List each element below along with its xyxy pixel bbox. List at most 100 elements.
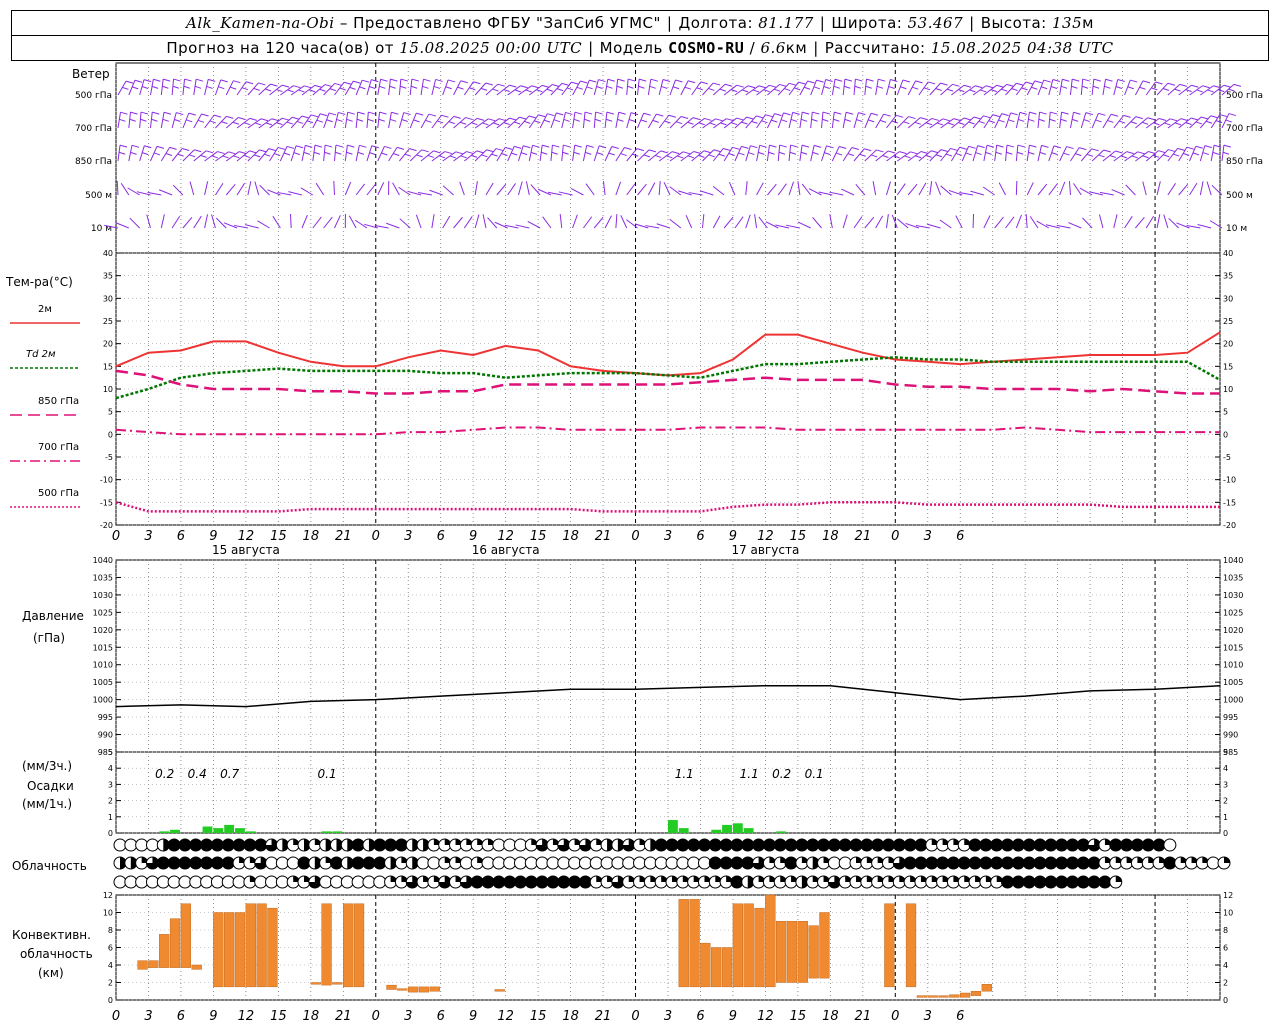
cloud-symbol [178,838,192,852]
wind-barb-feather [221,121,228,125]
wind-barb-feather [371,145,379,149]
wind-barb-feather [259,149,267,153]
conv-bar [494,989,505,992]
cloud-symbol [384,838,398,852]
wind-barb [146,214,151,229]
cloud-symbol [708,856,722,870]
wind-barb-feather [353,80,361,84]
wind-barb [1156,181,1161,196]
wind-barb-feather [822,111,831,115]
wind-barb-feather [801,144,810,148]
conv-bar [689,899,700,988]
x-tick-label: 12 [497,529,514,544]
cloud-symbol [827,856,841,870]
wind-barb-feather [761,120,768,124]
wind-barb-feather [488,118,496,122]
wind-barb-feather [336,118,343,122]
conv-bar [191,964,202,970]
wind-barb-feather [1131,155,1138,159]
wind-barb-feather [890,78,898,82]
precip-tick-label: 5 [1223,748,1228,757]
wind-barb-feather [220,79,228,83]
meteogram: 500 гПа 500 гПа 700 гПа 700 гПа 850 гПа 850 г… [10,62,1263,1024]
wind-barb-feather [1223,84,1232,88]
wind-barb-feather [868,119,875,123]
wind-barb-feather [497,83,505,87]
wind-barb-feather [834,111,842,115]
wind-barb-feather [162,118,169,122]
wind-barb-feather [295,145,304,149]
wind-barb-feather [1167,82,1176,86]
wind-barb-feather [996,144,1004,148]
wind-barb-feather [1195,145,1203,149]
wind-barb-feather [1130,121,1137,125]
wind-barb-feather [1185,89,1192,93]
wind-barb-feather [390,78,398,82]
wind-barb-feather [455,151,463,155]
pressure-tick-label: 995 [98,713,113,722]
wind-barb-feather [422,85,429,89]
wind-barb-feather [664,120,671,124]
wind-barb-feather [384,145,392,149]
wind-barb-feather [271,118,279,122]
wind-barb-feather [620,153,627,157]
cloud-symbol [871,838,885,852]
wind-barb-feather [1006,83,1014,87]
wind-barb-feather [380,78,388,82]
wind-barb-feather [534,120,541,124]
temp-tick-label: 40 [103,249,113,258]
wind-barb [615,79,619,96]
cloud-symbol [849,838,863,852]
cloud-symbol [373,875,387,889]
wind-barb-feather [552,84,560,87]
wind-barb-feather [789,151,797,155]
wind-barb-feather [1043,79,1051,83]
precip-3h-label: 0.1 [318,767,337,781]
conv-x-tick-label: 12 [497,1009,514,1024]
wind-barb-feather [1205,120,1213,124]
pressure-tick-label: 1040 [93,556,113,565]
wind-barb [1178,84,1192,96]
conv-tick-label: 0 [1223,996,1228,1005]
conv-bar [245,903,256,988]
wind-barb [149,112,153,129]
cloud-symbol [719,838,733,852]
wind-barb-feather [584,111,593,115]
cloud-symbol [914,838,928,852]
conv-x-tick-label: 12 [757,1009,774,1024]
wind-barb-feather [1168,149,1176,153]
wind-barb-feather [660,150,668,154]
wind-barb-feather [566,87,574,91]
wind-barb-feather [270,83,278,87]
conv-x-tick-label: 3 [404,1009,412,1024]
cloud-symbol [1055,856,1069,870]
wind-barb-feather [1063,152,1070,156]
wind-barb-feather [163,78,171,82]
wind-barb-feather [756,115,764,119]
temp-tick-label: 25 [1223,317,1233,326]
wind-barb-feather [656,113,664,117]
temp-legend-label: 2м [38,304,52,315]
cloud-symbol [351,856,365,870]
wind-barb-feather [746,116,754,120]
wind-barb-feather [367,118,374,122]
wind-barb-feather [725,83,733,87]
wind-barb-feather [888,85,895,89]
wind-barb-feather [774,113,782,117]
wind-barb [301,214,308,229]
wind-barb-feather [491,153,498,157]
wind-barb [663,182,671,196]
wind-barb-feather [698,122,705,126]
cloud-symbol [990,856,1004,870]
conv-tick-label: 2 [108,979,113,988]
wind-barb-feather [470,154,478,158]
wind-barb-feather [329,88,336,92]
wind-barb [918,182,927,196]
wind-barb-feather [562,151,569,155]
wind-barb [236,182,246,196]
wind-barb [377,112,381,129]
conv-tick-label: 6 [1223,944,1228,953]
wind-barb [1145,215,1155,229]
wind-barb-feather [525,89,532,93]
wind-barb-feather [990,89,998,93]
